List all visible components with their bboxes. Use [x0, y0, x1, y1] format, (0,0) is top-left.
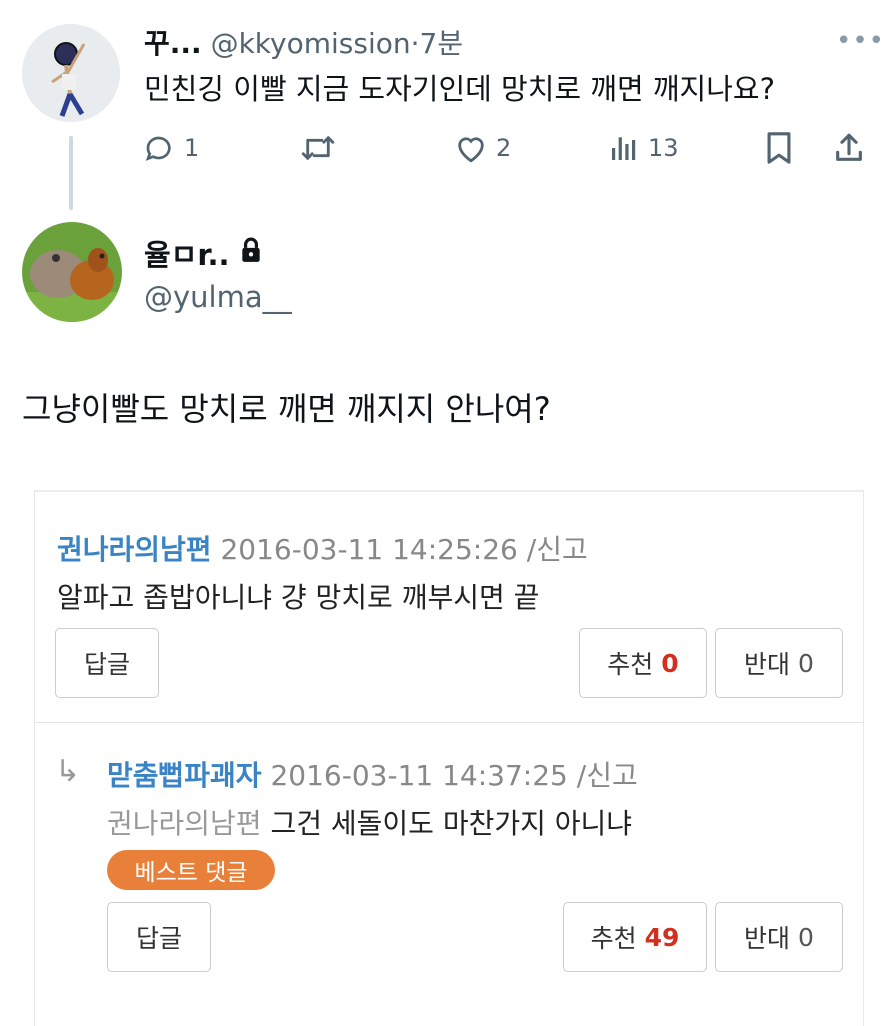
comment2-body: 권나라의남편 그건 세돌이도 마찬가지 아니냐	[107, 802, 632, 842]
comment1-user: 권나라의남편	[57, 533, 212, 566]
retweet-icon	[300, 132, 336, 164]
comment2-downvote-label: 반대	[744, 924, 791, 953]
comment2-mention: 권나라의남편	[107, 807, 262, 840]
tweet1-timestamp[interactable]: 7분	[420, 27, 464, 60]
share-button[interactable]	[832, 128, 866, 168]
comment2-meta: 맏춤뻡파괘자 2016-03-11 14:37:25 /신고	[107, 754, 638, 794]
comment-divider	[35, 722, 863, 723]
comment2-upvote-count: 49	[644, 922, 680, 952]
comment2-reply-button: 답글	[107, 902, 211, 972]
tweet2-name-row: 율ㅁr..	[144, 232, 262, 274]
comment1-text: 알파고 좁밥아니냐 걍 망치로 깨부시면 끝	[57, 581, 540, 614]
reply-count: 1	[184, 134, 200, 162]
reply-button[interactable]: 1	[144, 128, 199, 168]
comment2-downvote-count: 0	[798, 922, 814, 952]
view-count: 13	[648, 134, 679, 162]
retweet-button[interactable]	[300, 128, 336, 168]
comment1-meta: 권나라의남편 2016-03-11 14:25:26 /신고	[57, 528, 588, 568]
comment1-report: /신고	[526, 533, 588, 566]
comment2-upvote-button: 추천 49	[563, 902, 707, 972]
best-comment-badge: 베스트 댓글	[107, 850, 275, 890]
comment2-downvote-button: 반대 0	[715, 902, 843, 972]
avatar-yulma[interactable]	[22, 222, 122, 322]
more-options-icon[interactable]: •••	[836, 26, 885, 56]
speech-bubble-icon	[144, 132, 176, 164]
tweet1-display-name[interactable]: 꾸...	[144, 27, 202, 60]
heart-icon	[454, 132, 488, 164]
reply-arrow-icon: ↳	[55, 754, 81, 789]
tweet2-handle[interactable]: @yulma__	[144, 280, 292, 314]
lock-icon	[240, 236, 262, 270]
comment1-date: 2016-03-11 14:25:26	[220, 533, 518, 566]
like-button[interactable]: 2	[454, 128, 511, 168]
comment1-downvote-count: 0	[798, 648, 814, 678]
comment2-date: 2016-03-11 14:37:25	[270, 759, 568, 792]
comment2-upvote-label: 추천	[590, 924, 637, 953]
views-button[interactable]: 13	[608, 128, 679, 168]
avatar-kkyomission[interactable]	[22, 24, 120, 122]
comment1-reply-label: 답글	[83, 650, 130, 679]
tweet1-text: 민친깅 이빨 지금 도자기인데 망치로 깨면 깨지나요?	[144, 72, 775, 106]
bookmark-icon	[764, 131, 794, 165]
comment1-upvote-label: 추천	[607, 650, 654, 679]
tweet1-handle[interactable]: @kkyomission	[211, 27, 411, 60]
like-count: 2	[496, 134, 512, 162]
comment2-report: /신고	[576, 759, 638, 792]
tweet2-text: 그냥이빨도 망치로 깨면 깨지지 안나여?	[22, 390, 551, 428]
thread-connector-line	[69, 136, 73, 210]
comment2-text: 그건 세돌이도 마찬가지 아니냐	[270, 807, 633, 840]
comment1-upvote-count: 0	[661, 648, 679, 678]
share-icon	[832, 131, 866, 165]
comment1-reply-button: 답글	[55, 628, 159, 698]
comment2-user: 맏춤뻡파괘자	[107, 759, 262, 792]
comment1-downvote-label: 반대	[744, 650, 791, 679]
tweet1-separator: ·	[410, 27, 420, 60]
comment1-upvote-button: 추천 0	[579, 628, 707, 698]
tweet1-header: 꾸... @kkyomission·7분	[144, 22, 463, 62]
bookmark-button[interactable]	[764, 128, 794, 168]
tweet2-display-name[interactable]: 율ㅁr..	[144, 232, 230, 274]
bar-chart-icon	[608, 132, 640, 164]
comment1-downvote-button: 반대 0	[715, 628, 843, 698]
comment2-reply-label: 답글	[135, 924, 182, 953]
embedded-comments-image: 권나라의남편 2016-03-11 14:25:26 /신고 알파고 좁밥아니냐…	[34, 490, 864, 1026]
